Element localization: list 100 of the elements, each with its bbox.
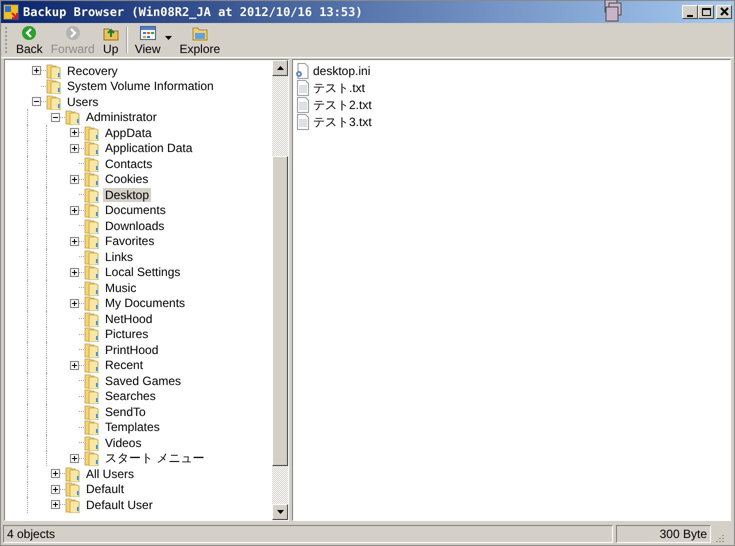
tree-item[interactable]: Links	[103, 250, 136, 264]
tree-item[interactable]: Recent	[103, 358, 146, 372]
app-icon	[3, 4, 19, 20]
settings-file-icon	[295, 62, 311, 78]
explore-button[interactable]: Explore	[176, 25, 224, 55]
dropdown-caret-icon	[164, 36, 172, 40]
tree-item[interactable]: Saved Games	[103, 374, 184, 388]
folder-icon	[84, 372, 100, 389]
expander-box[interactable]	[51, 500, 60, 510]
expand-icon	[52, 470, 59, 478]
tree-item[interactable]: Default User	[84, 498, 155, 512]
status-text: 300 Byte	[616, 525, 711, 543]
tree-item[interactable]: PrintHood	[103, 342, 160, 357]
folder-icon	[84, 419, 100, 436]
tree-item[interactable]: System Volume Information	[65, 79, 216, 94]
tree-item[interactable]: Application Data	[103, 141, 194, 156]
tree-item[interactable]: Favorites	[103, 234, 156, 248]
file-item[interactable]: テスト2.txt	[313, 96, 372, 114]
file-item[interactable]: テスト3.txt	[313, 112, 372, 130]
folder-icon	[65, 481, 81, 498]
tree-item[interactable]: Desktop	[103, 188, 152, 202]
tree-item[interactable]: Contacts	[103, 156, 154, 171]
tree-item[interactable]: Cookies	[103, 172, 150, 186]
tree-item[interactable]: Pictures	[103, 327, 150, 342]
expander-box[interactable]	[32, 97, 41, 106]
expander-box[interactable]	[70, 144, 79, 153]
folder-icon	[192, 25, 208, 41]
folder-icon	[84, 342, 100, 358]
tree-item[interactable]: Videos	[103, 436, 144, 450]
file-item[interactable]: desktop.ini	[313, 62, 370, 80]
folder-icon	[46, 62, 62, 79]
tree-item[interactable]: SendTo	[103, 404, 148, 419]
scrollbar-thumb[interactable]	[272, 156, 288, 466]
tree-item[interactable]: スタート メニュー	[103, 451, 206, 466]
folder-icon	[84, 202, 100, 218]
expander-box[interactable]	[70, 360, 79, 370]
folder-icon	[84, 434, 100, 451]
tree-item[interactable]: Recovery	[65, 64, 120, 78]
expander-box[interactable]	[70, 174, 79, 184]
tree-item[interactable]: Music	[103, 280, 138, 295]
expander-box[interactable]	[70, 128, 79, 138]
text-file-icon	[295, 114, 311, 130]
expander-box[interactable]	[70, 206, 79, 215]
tree-item[interactable]: Templates	[103, 420, 162, 434]
expand-icon	[52, 501, 59, 508]
close-button[interactable]	[716, 5, 732, 19]
folder-icon	[65, 466, 81, 482]
resize-grip-icon	[714, 533, 724, 543]
tree-item[interactable]: AppData	[103, 126, 154, 140]
text-file-icon	[295, 80, 311, 96]
expand-icon	[71, 238, 78, 245]
text-file-icon	[295, 96, 311, 112]
expander-box[interactable]	[70, 268, 79, 277]
tree-item[interactable]: All Users	[84, 466, 136, 481]
up-button[interactable]: Up	[98, 25, 123, 55]
expander-box[interactable]	[70, 236, 79, 246]
tree-item[interactable]: Default	[84, 482, 126, 496]
tree-item[interactable]: Searches	[103, 389, 158, 404]
tree-item[interactable]: My Documents	[103, 296, 188, 310]
folder-icon	[65, 496, 81, 513]
folder-icon	[84, 310, 100, 327]
tree-item[interactable]: Users	[65, 94, 100, 109]
status-text: 4 objects	[3, 525, 613, 543]
folder-icon	[46, 78, 62, 94]
view-button[interactable]: View	[130, 25, 164, 55]
close-icon	[718, 7, 730, 17]
tree-item[interactable]: NetHood	[103, 312, 154, 326]
folder-icon	[84, 295, 100, 312]
expander-box[interactable]	[51, 484, 60, 494]
folder-icon	[84, 450, 100, 466]
folder-icon	[84, 280, 100, 296]
expander-box[interactable]	[51, 469, 60, 478]
minimize-icon	[687, 14, 693, 16]
expand-icon	[71, 268, 78, 276]
expand-icon	[71, 300, 78, 307]
tree-item[interactable]: Downloads	[103, 218, 166, 233]
tree-item[interactable]: Local Settings	[103, 265, 182, 280]
folder-icon	[84, 233, 100, 250]
expand-icon	[71, 454, 78, 462]
expand-icon	[52, 486, 59, 493]
folder-icon	[84, 171, 100, 188]
expand-icon	[71, 176, 78, 183]
folder-icon	[84, 218, 100, 234]
expand-icon	[71, 362, 78, 369]
folder-icon	[84, 140, 100, 156]
scroll-up-button[interactable]	[272, 60, 288, 76]
maximize-button[interactable]	[698, 5, 714, 19]
expander-box[interactable]	[32, 66, 41, 76]
minimize-button[interactable]	[682, 5, 698, 19]
tree-item[interactable]: Administrator	[84, 110, 159, 124]
folder-icon	[84, 124, 100, 141]
file-item[interactable]: テスト.txt	[313, 78, 366, 96]
folder-icon	[84, 357, 100, 374]
expander-box[interactable]	[70, 454, 79, 463]
expander-box[interactable]	[51, 112, 60, 122]
tree-item[interactable]: Documents	[103, 203, 168, 218]
scroll-down-button[interactable]	[272, 504, 288, 520]
expander-box[interactable]	[70, 298, 79, 308]
folder-icon	[84, 264, 100, 280]
back-button[interactable]: Back	[12, 25, 47, 55]
